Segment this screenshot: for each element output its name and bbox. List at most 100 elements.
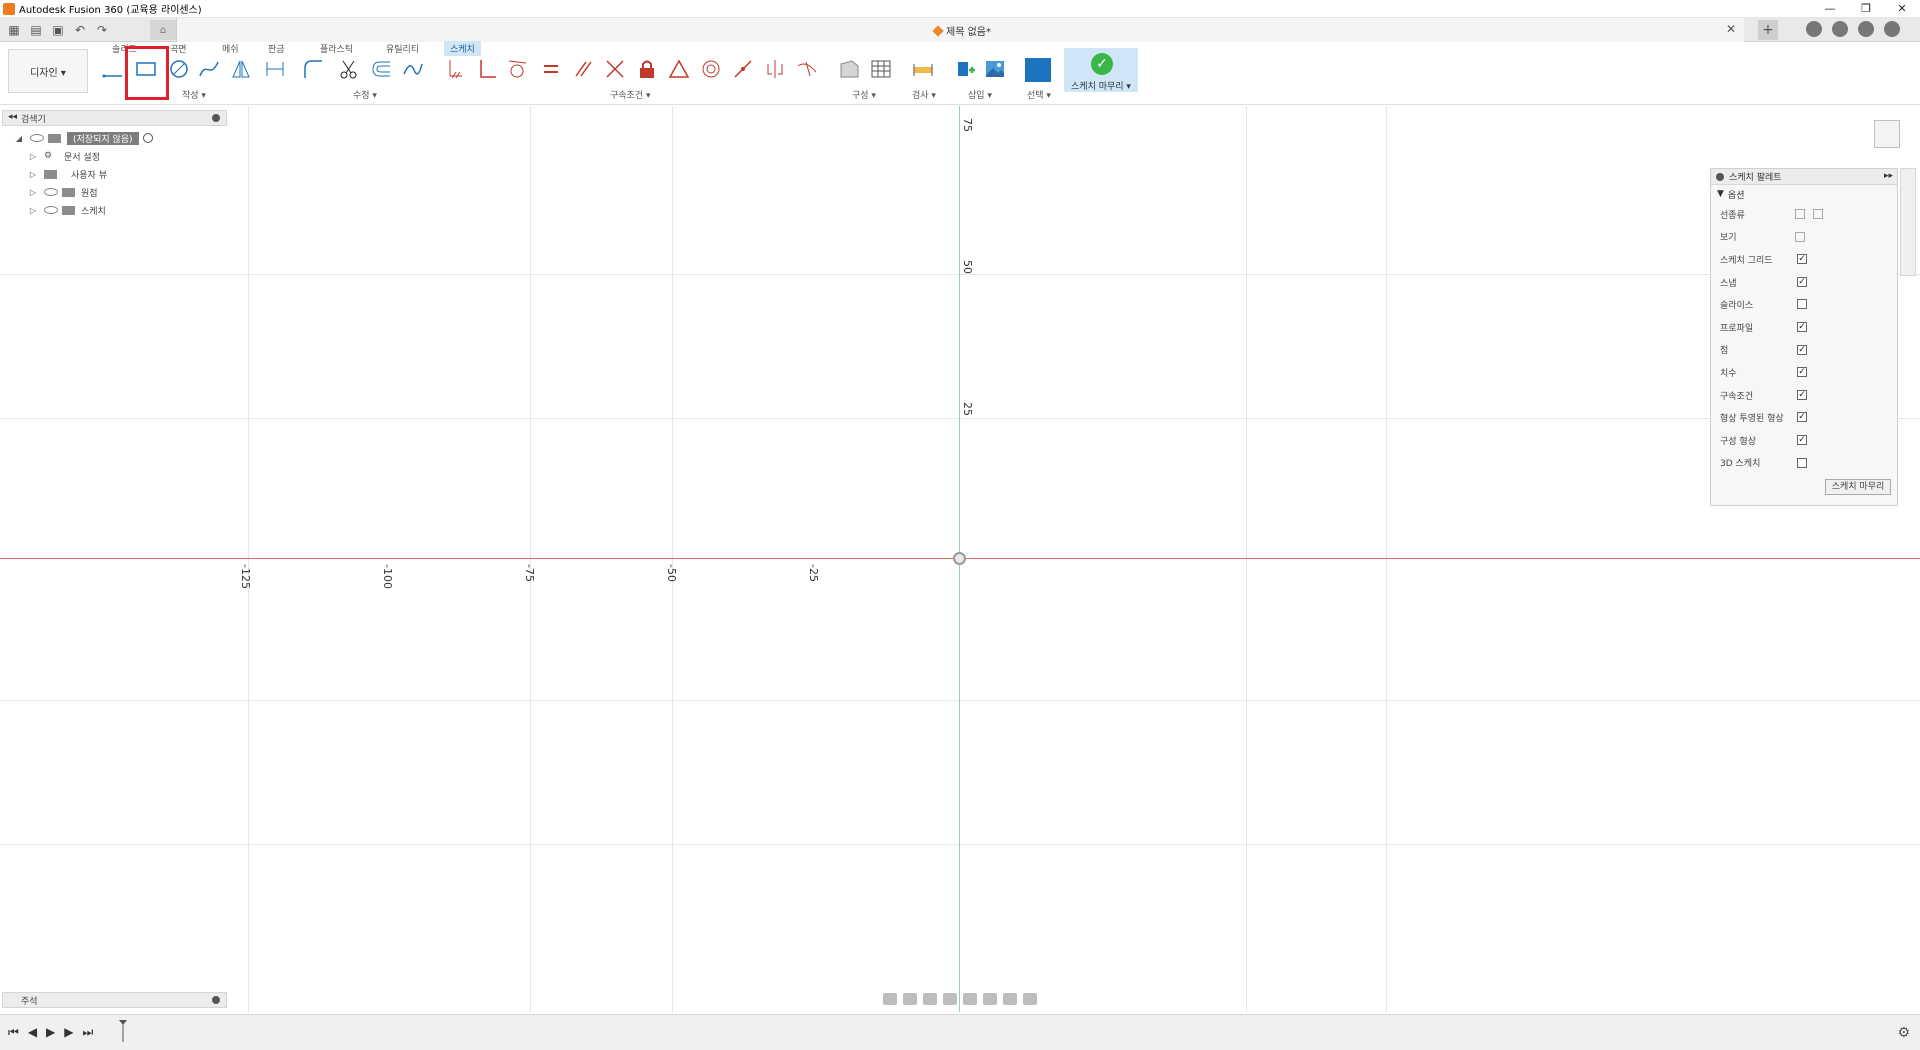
extensions-icon[interactable]: [1806, 21, 1822, 37]
viewports-icon[interactable]: [1023, 993, 1037, 1005]
tab-surface[interactable]: 곡면: [170, 42, 187, 55]
palette-finish-sketch-button[interactable]: 스케치 마무리: [1825, 479, 1891, 495]
tree-item-named-views[interactable]: ▷ 사용자 뷰: [28, 166, 107, 182]
timeline-marker-icon[interactable]: [118, 1020, 128, 1042]
tab-utilities[interactable]: 유틸리티: [386, 42, 419, 55]
collapse-arrows-icon[interactable]: ◂◂: [8, 112, 17, 122]
go-to-start-icon[interactable]: ⏮: [8, 1025, 19, 1040]
3d-sketch-checkbox[interactable]: [1797, 457, 1807, 468]
browser-panel-header[interactable]: ◂◂ 검색기: [2, 110, 227, 126]
sketch-palette-header[interactable]: 스케치 팔레트 ▸▸: [1711, 169, 1897, 185]
zoom-window-icon[interactable]: [963, 993, 977, 1005]
midpoint-icon[interactable]: [732, 58, 754, 80]
redo-icon[interactable]: ↷: [94, 22, 110, 38]
tangent-icon[interactable]: [506, 58, 528, 80]
parallel-icon[interactable]: [572, 58, 594, 80]
play-icon[interactable]: ▶: [46, 1025, 55, 1040]
look-at-nav-icon[interactable]: [903, 993, 917, 1005]
trim-scissors-icon[interactable]: [338, 58, 360, 80]
comments-panel-header[interactable]: 주석: [2, 992, 227, 1008]
line-icon[interactable]: [102, 58, 124, 80]
constraints-group-label[interactable]: 구속조건 ▾: [610, 88, 651, 101]
undo-icon[interactable]: ↶: [72, 22, 88, 38]
curve-icon[interactable]: [402, 58, 424, 80]
expand-icon[interactable]: ▷: [28, 206, 38, 215]
zoom-icon[interactable]: [943, 993, 957, 1005]
orbit-icon[interactable]: [883, 993, 897, 1005]
select-group-label[interactable]: 선택 ▾: [1027, 88, 1051, 101]
sketch-canvas[interactable]: -125 -100 -75 -50 -25 75 50 25: [0, 106, 1920, 1012]
construction-linetype-icon[interactable]: [1795, 209, 1805, 219]
look-at-icon[interactable]: [1795, 231, 1805, 242]
tab-sketch[interactable]: 스케치: [444, 41, 481, 56]
perpendicular-icon[interactable]: [476, 58, 498, 80]
constraints-checkbox[interactable]: ✓: [1797, 389, 1807, 400]
job-status-icon[interactable]: [1832, 21, 1848, 37]
display-settings-icon[interactable]: [983, 993, 997, 1005]
coincident-icon[interactable]: [604, 58, 626, 80]
construct-group-label[interactable]: 구성 ▾: [852, 88, 876, 101]
visibility-eye-icon[interactable]: [30, 134, 44, 142]
create-group-label[interactable]: 작성 ▾: [182, 88, 206, 101]
expand-icon[interactable]: ▷: [28, 170, 38, 179]
tab-mesh[interactable]: 메쉬: [222, 42, 239, 55]
insert-derive-icon[interactable]: [954, 58, 976, 80]
offset-icon[interactable]: [370, 58, 392, 80]
save-icon[interactable]: ▣: [50, 22, 66, 38]
circle-icon[interactable]: [168, 58, 190, 80]
tree-item-origin[interactable]: ▷ 원점: [28, 184, 98, 200]
file-menu-icon[interactable]: ▤: [28, 22, 44, 38]
tree-root[interactable]: ◢ (저장되지 않음): [14, 130, 153, 146]
triangle-icon[interactable]: [668, 58, 690, 80]
new-tab-button[interactable]: +: [1758, 20, 1778, 40]
concentric-icon[interactable]: [700, 58, 722, 80]
go-to-end-icon[interactable]: ⏭: [83, 1025, 94, 1040]
origin-point[interactable]: [953, 552, 966, 565]
equal-icon[interactable]: [540, 58, 562, 80]
help-icon[interactable]: [1884, 21, 1900, 37]
close-tab-icon[interactable]: ✕: [1726, 22, 1736, 36]
sketch-grid-checkbox[interactable]: ✓: [1797, 254, 1807, 265]
snap-checkbox[interactable]: ✓: [1797, 276, 1807, 287]
mirror-icon[interactable]: [230, 58, 252, 80]
inspect-group-label[interactable]: 검사 ▾: [912, 88, 936, 101]
insert-image-icon[interactable]: [984, 58, 1006, 80]
active-radio-icon[interactable]: [142, 133, 153, 143]
fix-constraint-icon[interactable]: [446, 58, 468, 80]
restore-button[interactable]: ❐: [1848, 0, 1884, 18]
dimensions-checkbox[interactable]: ✓: [1797, 367, 1807, 378]
step-forward-icon[interactable]: ▶: [64, 1025, 73, 1040]
measure-icon[interactable]: [912, 58, 934, 80]
visibility-eye-icon[interactable]: [44, 206, 58, 214]
modify-group-label[interactable]: 수정 ▾: [353, 88, 377, 101]
projected-geometry-checkbox[interactable]: ✓: [1797, 412, 1807, 423]
points-checkbox[interactable]: ✓: [1797, 344, 1807, 355]
panel-pin-icon[interactable]: [212, 996, 220, 1004]
expand-icon[interactable]: ▷: [28, 188, 38, 197]
construct-plane-icon[interactable]: [838, 58, 860, 80]
panel-pin-icon[interactable]: [1716, 173, 1724, 181]
expand-icon[interactable]: ▷: [28, 152, 38, 161]
grid-menu-icon[interactable]: ▦: [6, 22, 22, 38]
finish-sketch-button[interactable]: ✓ 스케치 마무리 ▾: [1064, 48, 1138, 92]
tab-plastic[interactable]: 플라스틱: [320, 42, 353, 55]
tree-item-document-settings[interactable]: ▷ ⚙ 문서 설정: [28, 148, 100, 164]
options-section-header[interactable]: ▼ 옵션: [1711, 185, 1897, 203]
table-icon[interactable]: [870, 58, 892, 80]
notifications-icon[interactable]: [1858, 21, 1874, 37]
slice-checkbox[interactable]: [1797, 299, 1807, 310]
curvature-icon[interactable]: [796, 58, 818, 80]
insert-group-label[interactable]: 삽입 ▾: [968, 88, 992, 101]
timeline-settings-gear-icon[interactable]: ⚙: [1897, 1025, 1910, 1041]
home-icon[interactable]: ⌂: [150, 20, 176, 40]
spline-icon[interactable]: [198, 58, 220, 80]
workspace-switcher[interactable]: 디자인 ▾: [8, 49, 88, 93]
tab-sheet-metal[interactable]: 판금: [268, 42, 285, 55]
profile-checkbox[interactable]: ✓: [1797, 321, 1807, 332]
expand-icon[interactable]: ◢: [14, 134, 24, 143]
minimize-button[interactable]: —: [1812, 0, 1848, 18]
pan-icon[interactable]: [923, 993, 937, 1005]
side-collapse-bar[interactable]: [1900, 168, 1916, 276]
panel-pin-icon[interactable]: [212, 114, 220, 122]
fillet-icon[interactable]: [302, 58, 324, 80]
